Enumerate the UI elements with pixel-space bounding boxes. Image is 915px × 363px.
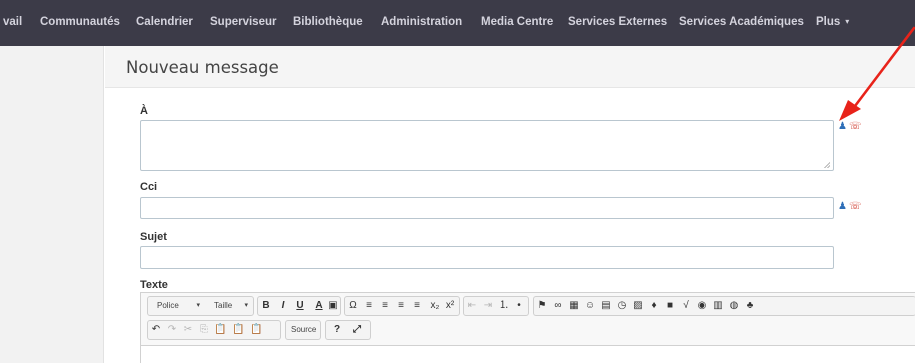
arrow-shaft (850, 26, 915, 112)
annotation-arrow (839, 26, 915, 121)
